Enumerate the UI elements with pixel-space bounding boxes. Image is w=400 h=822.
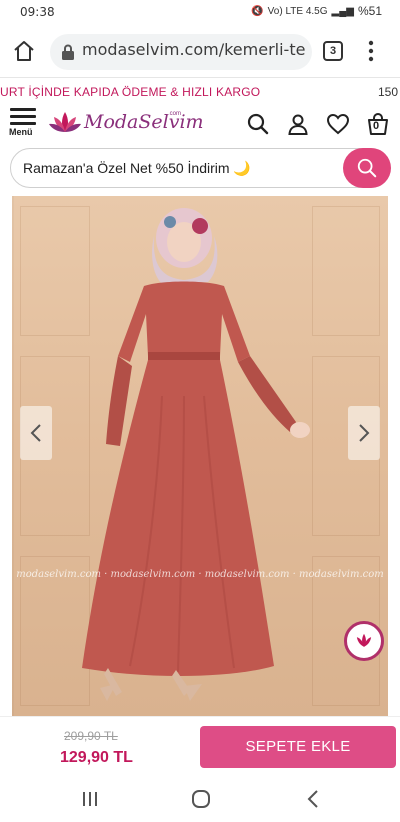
status-bar: 09:38 🔇 Vo) LTE 4.5G ▂▄▆ %51 — [0, 0, 400, 26]
tabs-icon[interactable]: 3 — [323, 41, 343, 61]
chevron-right-icon — [359, 424, 370, 442]
browser-toolbar: modaselvim.com/kemerli-te 3 — [0, 26, 400, 78]
nav-back-icon[interactable] — [302, 788, 326, 810]
chevron-left-icon — [30, 424, 41, 442]
user-icon[interactable] — [286, 112, 310, 136]
search-icon[interactable] — [246, 112, 270, 136]
current-price: 129,90 TL — [60, 749, 133, 766]
product-image[interactable]: modaselvim.com · modaselvim.com · modase… — [12, 196, 388, 716]
next-image-button[interactable] — [348, 406, 380, 460]
brand-badge — [344, 621, 384, 661]
watermark: modaselvim.com · modaselvim.com · modase… — [16, 569, 384, 580]
menu-button[interactable]: Menü — [9, 106, 39, 140]
more-icon[interactable] — [364, 38, 378, 64]
lock-icon — [62, 44, 74, 60]
old-price: 209,90 TL — [64, 729, 118, 743]
status-time: 09:38 — [20, 5, 55, 19]
cart-count: 0 — [373, 120, 380, 132]
lotus-logo-icon — [49, 112, 81, 132]
add-to-cart-button[interactable]: SEPETE EKLE — [200, 726, 396, 768]
logo-domain: .com — [168, 111, 182, 117]
prev-image-button[interactable] — [20, 406, 52, 460]
signal-icon: ▂▄▆ — [331, 5, 354, 17]
url-text[interactable]: modaselvim.com/kemerli-te — [82, 40, 308, 59]
purchase-bar: 209,90 TL 129,90 TL SEPETE EKLE — [0, 716, 400, 776]
promo-text: URT İÇİNDE KAPIDA ÖDEME & HIZLI KARGO — [0, 85, 261, 99]
nav-home-icon[interactable] — [189, 788, 213, 810]
search-bar[interactable]: Ramazan'a Özel Net %50 İndirim 🌙 — [10, 148, 391, 188]
mute-icon: 🔇 — [251, 5, 264, 17]
promo-banner: URT İÇİNDE KAPIDA ÖDEME & HIZLI KARGO 15… — [0, 80, 400, 102]
home-icon[interactable] — [12, 39, 36, 63]
search-button[interactable] — [343, 148, 391, 188]
lotus-badge-icon — [356, 633, 372, 647]
site-logo[interactable]: ModaSelvim .com — [48, 108, 204, 138]
model-illustration — [82, 208, 310, 701]
logo-text: ModaSelvim — [84, 111, 204, 133]
search-button-icon — [357, 158, 377, 178]
system-nav-bar — [0, 776, 400, 822]
menu-icon — [10, 108, 36, 111]
battery-level: %51 — [357, 4, 382, 18]
promo-amount: 150 — [377, 85, 398, 99]
heart-icon[interactable] — [326, 112, 350, 136]
network-indicator: Vo) LTE 4.5G — [267, 5, 328, 17]
search-input[interactable]: Ramazan'a Özel Net %50 İndirim 🌙 — [23, 160, 251, 177]
site-header: Menü ModaSelvim .com 0 — [0, 102, 400, 144]
menu-label: Menü — [9, 127, 33, 137]
nav-recents-icon[interactable] — [78, 788, 102, 810]
